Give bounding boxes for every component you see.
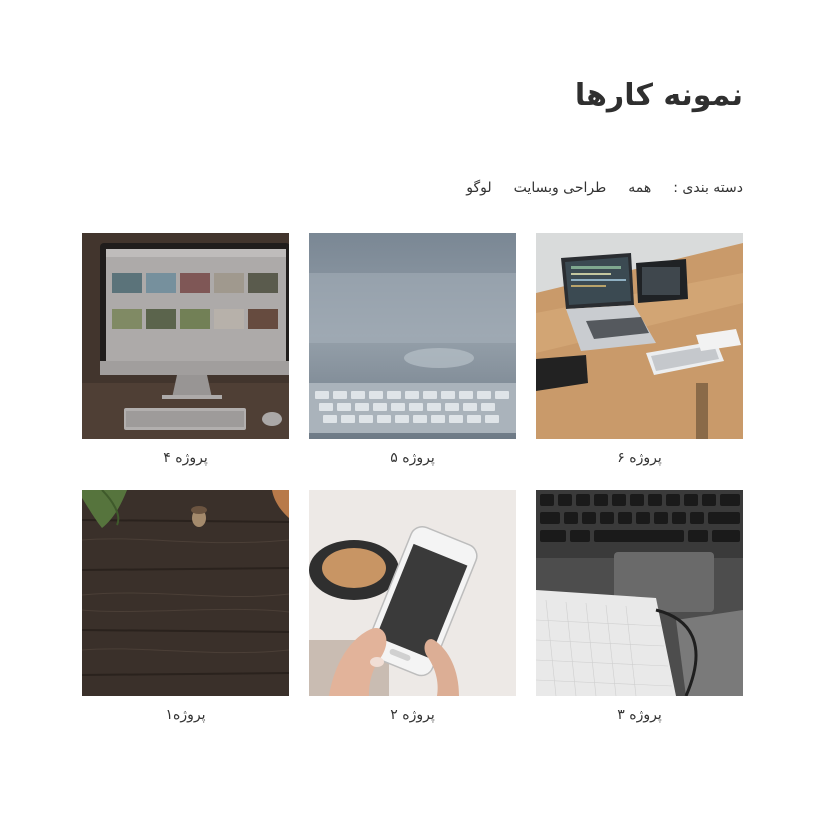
project-caption[interactable]: پروژه ۶ xyxy=(536,450,743,466)
portfolio-card: پروژه ۵ xyxy=(309,233,516,466)
portfolio-card: پروژه ۳ xyxy=(536,490,743,723)
category-filter: دسته بندی : همه طراحی وبسایت لوگو xyxy=(466,180,743,196)
project-1-image[interactable] xyxy=(82,490,289,696)
portfolio-card: پروژه ۶ xyxy=(536,233,743,466)
project-6-image[interactable] xyxy=(536,233,743,439)
project-caption[interactable]: پروژه ۴ xyxy=(82,450,289,466)
portfolio-card: پروژه ۲ xyxy=(309,490,516,723)
project-caption[interactable]: پروژه ۲ xyxy=(309,707,516,723)
portfolio-card: پروژه ۴ xyxy=(82,233,289,466)
project-3-image[interactable] xyxy=(536,490,743,696)
filter-all[interactable]: همه xyxy=(628,180,651,196)
project-5-image[interactable] xyxy=(309,233,516,439)
page-title: نمونه کارها xyxy=(574,78,743,113)
project-caption[interactable]: پروژه ۳ xyxy=(536,707,743,723)
project-caption[interactable]: پروژه ۵ xyxy=(309,450,516,466)
filter-logo[interactable]: لوگو xyxy=(466,180,491,196)
project-4-image[interactable] xyxy=(82,233,289,439)
filter-web-design[interactable]: طراحی وبسایت xyxy=(514,180,607,196)
filter-label: دسته بندی : xyxy=(673,180,743,196)
project-caption[interactable]: پروژه۱ xyxy=(82,707,289,723)
portfolio-card: پروژه۱ xyxy=(82,490,289,723)
project-2-image[interactable] xyxy=(309,490,516,696)
